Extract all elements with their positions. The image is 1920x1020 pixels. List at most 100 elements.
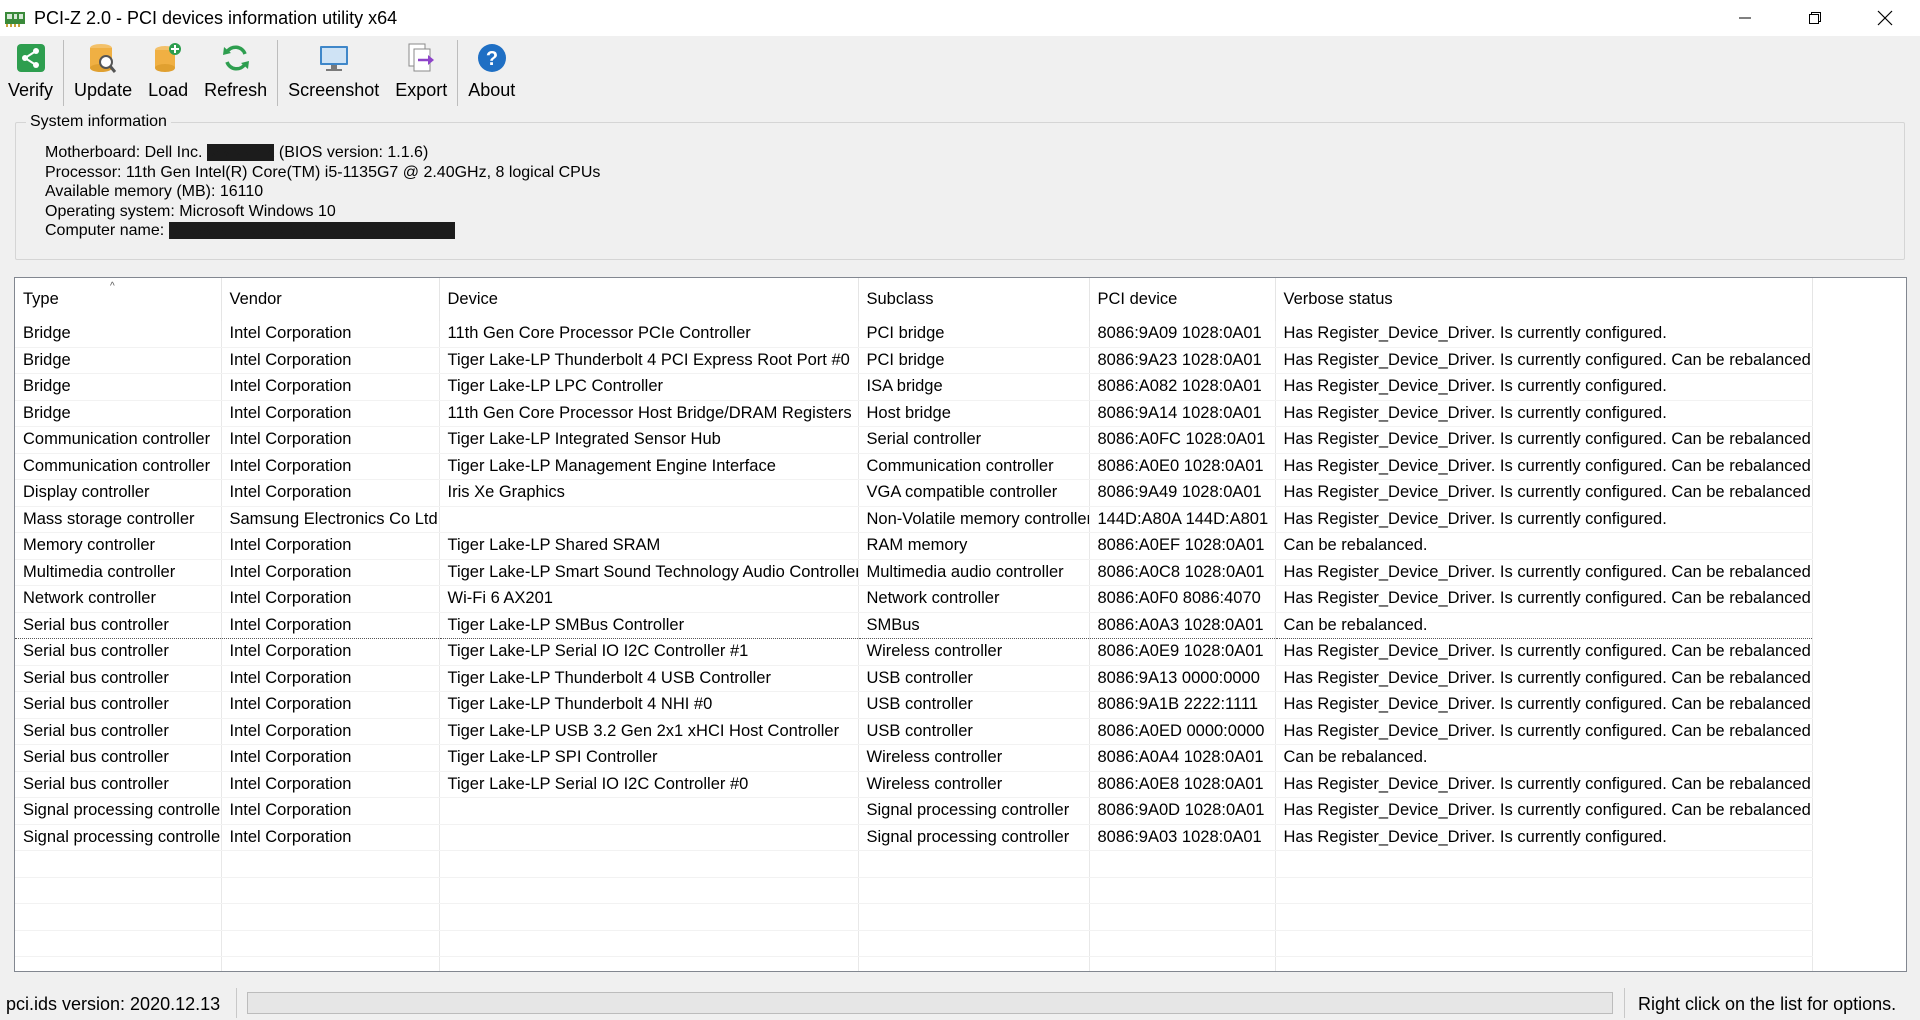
export-button[interactable]: Export bbox=[387, 36, 455, 101]
update-button[interactable]: Update bbox=[66, 36, 140, 101]
minimize-button[interactable] bbox=[1710, 0, 1780, 36]
refresh-button[interactable]: Refresh bbox=[196, 36, 275, 101]
cell-type: Multimedia controller bbox=[15, 559, 222, 586]
cell-pci-device: 8086:A0ED 0000:0000 bbox=[1089, 718, 1276, 745]
cell-pci-device: 8086:9A0D 1028:0A01 bbox=[1089, 797, 1276, 825]
empty-cell bbox=[858, 877, 1090, 904]
cell-pci-device: 8086:A0A4 1028:0A01 bbox=[1089, 744, 1276, 772]
cell-vendor: Intel Corporation bbox=[221, 400, 440, 427]
cell-vendor: Intel Corporation bbox=[221, 718, 440, 745]
empty-cell bbox=[15, 956, 222, 971]
table-row[interactable]: Serial bus controller Intel Corporation Ti… bbox=[15, 638, 1813, 666]
close-icon bbox=[1877, 10, 1893, 26]
cell-device: Tiger Lake-LP Smart Sound Technology Aud… bbox=[439, 559, 859, 586]
cell-verbose-status: Has Register_Device_Driver. Is currently… bbox=[1275, 453, 1813, 480]
empty-row bbox=[15, 903, 1813, 931]
status-bar: pci.ids version: 2020.12.13 Right click … bbox=[0, 980, 1920, 1020]
bios-version: (BIOS version: 1.1.6) bbox=[274, 144, 429, 161]
cell-type: Bridge bbox=[15, 321, 222, 348]
cell-device: Tiger Lake-LP Thunderbolt 4 USB Controll… bbox=[439, 665, 859, 692]
column-header-pci-device[interactable]: PCI device bbox=[1089, 278, 1276, 321]
cell-type: Bridge bbox=[15, 373, 222, 401]
table-row[interactable]: Signal processing controller Intel Corpor… bbox=[15, 797, 1813, 825]
empty-cell bbox=[15, 903, 222, 931]
toolbar: Verify Update Load Refresh Screenshot Ex… bbox=[0, 36, 1920, 110]
load-label: Load bbox=[148, 80, 189, 100]
cell-device: Tiger Lake-LP Serial IO I2C Controller #… bbox=[439, 771, 859, 798]
cell-pci-device: 8086:9A23 1028:0A01 bbox=[1089, 347, 1276, 374]
cell-type: Mass storage controller bbox=[15, 506, 222, 533]
screenshot-button[interactable]: Screenshot bbox=[280, 36, 387, 101]
cell-device: Tiger Lake-LP Thunderbolt 4 PCI Express … bbox=[439, 347, 859, 374]
verify-label: Verify bbox=[8, 80, 54, 100]
cell-type: Bridge bbox=[15, 400, 222, 427]
verify-button[interactable]: Verify bbox=[0, 36, 61, 101]
table-row[interactable]: Serial bus controller Intel Corporation Ti… bbox=[15, 718, 1813, 745]
table-row[interactable]: Bridge Intel Corporation 11th Gen Core Pro… bbox=[15, 321, 1813, 348]
cell-pci-device: 8086:A0E0 1028:0A01 bbox=[1089, 453, 1276, 480]
table-row[interactable]: Signal processing controller Intel Corpor… bbox=[15, 824, 1813, 851]
cell-verbose-status: Has Register_Device_Driver. Is currently… bbox=[1275, 559, 1813, 586]
table-row[interactable]: Memory controller Intel Corporation Tiger … bbox=[15, 532, 1813, 560]
cell-device: Iris Xe Graphics bbox=[439, 479, 859, 507]
cell-vendor: Intel Corporation bbox=[221, 665, 440, 692]
cell-verbose-status: Has Register_Device_Driver. Is currently… bbox=[1275, 479, 1813, 507]
status-hint: Right click on the list for options. bbox=[1638, 994, 1897, 1014]
sort-ascending-icon: ^ bbox=[110, 281, 115, 292]
column-header-type[interactable]: ^ Type bbox=[15, 278, 222, 321]
cell-verbose-status: Has Register_Device_Driver. Is currently… bbox=[1275, 771, 1813, 798]
empty-cell bbox=[1275, 930, 1813, 957]
load-button[interactable]: Load bbox=[140, 36, 196, 101]
empty-row bbox=[15, 850, 1813, 878]
cell-pci-device: 8086:A082 1028:0A01 bbox=[1089, 373, 1276, 401]
screenshot-label: Screenshot bbox=[288, 80, 380, 100]
cell-type: Serial bus controller bbox=[15, 611, 222, 639]
column-header-vendor[interactable]: Vendor bbox=[221, 278, 440, 321]
cell-device: Wi-Fi 6 AX201 bbox=[439, 585, 859, 613]
column-header-subclass[interactable]: Subclass bbox=[858, 278, 1090, 321]
cell-pci-device: 8086:9A49 1028:0A01 bbox=[1089, 479, 1276, 507]
export-label: Export bbox=[395, 80, 448, 100]
table-row[interactable]: Multimedia controller Intel Corporation Ti… bbox=[15, 559, 1813, 586]
cell-type: Serial bus controller bbox=[15, 638, 222, 666]
pci-device-list[interactable]: ^ Type Vendor Device Subclass PCI device … bbox=[14, 277, 1907, 972]
cell-subclass: Non-Volatile memory controller bbox=[858, 506, 1090, 533]
table-row[interactable]: Serial bus controller Intel Corporation Ti… bbox=[15, 771, 1813, 798]
table-row[interactable]: Serial bus controller Intel Corporation Ti… bbox=[15, 665, 1813, 692]
cell-type: Network controller bbox=[15, 585, 222, 613]
motherboard-label: Motherboard: Dell Inc. bbox=[45, 144, 207, 161]
cell-pci-device: 144D:A80A 144D:A801 bbox=[1089, 506, 1276, 533]
table-row[interactable]: Serial bus controller Intel Corporation Ti… bbox=[15, 691, 1813, 719]
column-header-verbose-status[interactable]: Verbose status bbox=[1275, 278, 1813, 321]
column-header-device[interactable]: Device bbox=[439, 278, 859, 321]
cell-subclass: Serial controller bbox=[858, 426, 1090, 454]
cell-subclass: Signal processing controller bbox=[858, 797, 1090, 825]
table-row[interactable]: Mass storage controller Samsung Electroni… bbox=[15, 506, 1813, 533]
database-add-icon bbox=[152, 42, 184, 74]
toolbar-separator bbox=[63, 40, 65, 106]
cell-type: Serial bus controller bbox=[15, 691, 222, 719]
table-row[interactable]: Bridge Intel Corporation Tiger Lake-LP Thu… bbox=[15, 347, 1813, 374]
cell-vendor: Intel Corporation bbox=[221, 771, 440, 798]
about-button[interactable]: ? About bbox=[460, 36, 523, 101]
table-row[interactable]: Serial bus controller Intel Corporation Ti… bbox=[15, 744, 1813, 772]
table-row[interactable]: Communication controller Intel Corporatio… bbox=[15, 426, 1813, 454]
help-icon: ? bbox=[476, 42, 508, 74]
empty-cell bbox=[439, 903, 859, 931]
empty-cell bbox=[858, 903, 1090, 931]
restore-button[interactable] bbox=[1780, 0, 1850, 36]
cell-verbose-status: Has Register_Device_Driver. Is currently… bbox=[1275, 585, 1813, 613]
table-row[interactable]: Serial bus controller Intel Corporation Ti… bbox=[15, 611, 1813, 639]
table-row[interactable]: Bridge Intel Corporation 11th Gen Core Pro… bbox=[15, 400, 1813, 427]
cell-verbose-status: Has Register_Device_Driver. Is currently… bbox=[1275, 691, 1813, 719]
table-row[interactable]: Display controller Intel Corporation Iris … bbox=[15, 479, 1813, 507]
cell-vendor: Intel Corporation bbox=[221, 824, 440, 851]
table-row[interactable]: Network controller Intel Corporation Wi-Fi… bbox=[15, 585, 1813, 613]
cell-subclass: VGA compatible controller bbox=[858, 479, 1090, 507]
redacted-computer-name: DESKTOP-USDBA12 User name: Jill bbox=[168, 222, 456, 239]
table-row[interactable]: Bridge Intel Corporation Tiger Lake-LP LPC… bbox=[15, 373, 1813, 401]
cell-verbose-status: Has Register_Device_Driver. Is currently… bbox=[1275, 506, 1813, 533]
close-button[interactable] bbox=[1850, 0, 1920, 36]
cell-device: Tiger Lake-LP Thunderbolt 4 NHI #0 bbox=[439, 691, 859, 719]
table-row[interactable]: Communication controller Intel Corporatio… bbox=[15, 453, 1813, 480]
